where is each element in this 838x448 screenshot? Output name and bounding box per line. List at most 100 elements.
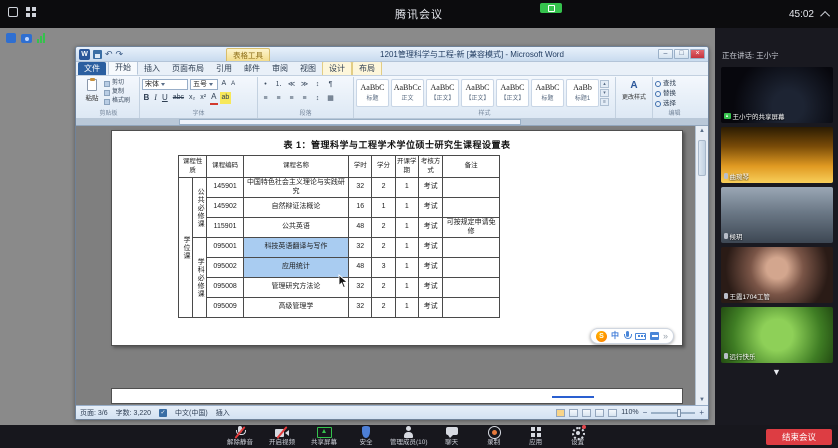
- course-credits-cell[interactable]: 2: [372, 278, 395, 298]
- clipboard-item-剪切[interactable]: 剪切: [104, 79, 130, 88]
- course-hours-cell[interactable]: 32: [349, 178, 372, 198]
- course-code-cell[interactable]: 095001: [207, 238, 243, 258]
- course-term-cell[interactable]: 1: [395, 258, 418, 278]
- status-page[interactable]: 页面: 3/6: [80, 408, 108, 418]
- save-icon[interactable]: [93, 50, 102, 59]
- paragraph-button[interactable]: ▦: [325, 93, 336, 104]
- view-fullscreen-button[interactable]: [569, 409, 578, 417]
- word-vertical-scrollbar[interactable]: ▲ ▼: [695, 126, 708, 405]
- participant-tile[interactable]: 王霞1704工管: [721, 247, 833, 303]
- tab-页面布局[interactable]: 页面布局: [166, 62, 210, 75]
- editing-item-查找[interactable]: 查找: [655, 79, 694, 89]
- status-insert-mode[interactable]: 插入: [216, 408, 230, 418]
- control-button-聊天[interactable]: 聊天: [434, 426, 470, 447]
- scroll-more-arrow[interactable]: ▼: [715, 367, 838, 377]
- paragraph-button[interactable]: ⒈: [273, 79, 284, 90]
- zoom-slider-thumb[interactable]: [677, 409, 681, 417]
- control-button-共享屏幕[interactable]: 共享屏幕: [306, 426, 342, 447]
- maximize-button[interactable]: □: [674, 49, 689, 59]
- participant-tile[interactable]: 远行快乐: [721, 307, 833, 363]
- status-language[interactable]: 中文(中国): [175, 408, 208, 418]
- zoom-level[interactable]: 110%: [621, 409, 638, 416]
- italic-button[interactable]: I: [153, 92, 159, 104]
- voice-input-icon[interactable]: [623, 331, 631, 342]
- view-outline-button[interactable]: [595, 409, 604, 417]
- toolbox-icon[interactable]: [650, 332, 659, 340]
- paste-button[interactable]: 粘贴: [80, 77, 104, 102]
- course-hours-cell[interactable]: 32: [349, 298, 372, 318]
- course-credits-cell[interactable]: 2: [372, 238, 395, 258]
- course-note-cell[interactable]: [443, 278, 500, 298]
- control-button-应用[interactable]: 应用: [518, 426, 554, 447]
- camera-icon[interactable]: [21, 34, 32, 43]
- sogou-logo-icon[interactable]: S: [596, 331, 607, 342]
- course-term-cell[interactable]: 1: [395, 278, 418, 298]
- undo-icon[interactable]: ↶: [105, 50, 113, 59]
- course-code-cell[interactable]: 145902: [207, 198, 243, 218]
- horizontal-ruler[interactable]: [76, 118, 708, 126]
- scrollbar-thumb[interactable]: [698, 140, 706, 176]
- superscript-button[interactable]: x²: [199, 92, 208, 104]
- course-table[interactable]: 课程性质课程编码课程名称学时学分开课学期考核方式备注学位课公共必修课145901…: [178, 155, 500, 318]
- course-note-cell[interactable]: [443, 258, 500, 278]
- tab-设计[interactable]: 设计: [322, 61, 352, 75]
- change-styles-button[interactable]: A 更改样式: [618, 77, 650, 101]
- tab-邮件[interactable]: 邮件: [238, 62, 266, 75]
- course-note-cell[interactable]: [443, 198, 500, 218]
- control-button-开启视频[interactable]: 开启视频: [264, 426, 300, 447]
- course-name-cell[interactable]: 中国特色社会主义理论与实践研究: [243, 178, 348, 198]
- course-credits-cell[interactable]: 1: [372, 198, 395, 218]
- tab-审阅[interactable]: 审阅: [266, 62, 294, 75]
- font-size-select[interactable]: 五号: [190, 79, 218, 90]
- style-chip-1[interactable]: AaBbCc正文: [391, 79, 424, 107]
- course-credits-cell[interactable]: 2: [372, 178, 395, 198]
- paragraph-button[interactable]: ≪: [286, 79, 297, 90]
- course-code-cell[interactable]: 095009: [207, 298, 243, 318]
- course-credits-cell[interactable]: 3: [372, 258, 395, 278]
- editing-item-替换[interactable]: 替换: [655, 89, 694, 99]
- course-term-cell[interactable]: 1: [395, 198, 418, 218]
- tab-插入[interactable]: 插入: [138, 62, 166, 75]
- course-term-cell[interactable]: 1: [395, 178, 418, 198]
- control-button-录制[interactable]: 录制: [476, 426, 512, 447]
- paragraph-button[interactable]: ≫: [299, 79, 310, 90]
- participant-tile[interactable]: 候玥: [721, 187, 833, 243]
- word-logo-icon[interactable]: W: [79, 49, 90, 60]
- view-web-button[interactable]: [582, 409, 591, 417]
- control-button-管理成员(10)[interactable]: 管理成员(10): [390, 426, 428, 447]
- chevron-up-icon[interactable]: [820, 10, 830, 20]
- shrink-font-button[interactable]: A: [230, 78, 237, 90]
- course-code-cell[interactable]: 145901: [207, 178, 243, 198]
- style-gallery-scroll[interactable]: ▴▾≡: [599, 77, 609, 110]
- zoom-slider[interactable]: [651, 412, 695, 414]
- paragraph-button[interactable]: ↕: [312, 93, 323, 104]
- course-name-cell[interactable]: 高级管理学: [243, 298, 348, 318]
- tab-视图[interactable]: 视图: [294, 62, 322, 75]
- course-credits-cell[interactable]: 2: [372, 298, 395, 318]
- highlight-button[interactable]: ab: [220, 92, 231, 104]
- editing-item-选择[interactable]: 选择: [655, 99, 694, 109]
- grow-font-button[interactable]: A: [220, 78, 228, 90]
- strikethrough-button[interactable]: abc: [171, 92, 185, 104]
- course-term-cell[interactable]: 1: [395, 298, 418, 318]
- style-chip-6[interactable]: AaBb标题1: [566, 79, 599, 107]
- course-term-cell[interactable]: 1: [395, 238, 418, 258]
- scroll-up-arrow[interactable]: ▲: [696, 126, 708, 136]
- scroll-down-arrow[interactable]: ▼: [696, 395, 708, 405]
- course-hours-cell[interactable]: 48: [349, 258, 372, 278]
- minimize-button[interactable]: ‒: [658, 49, 673, 59]
- expand-icon[interactable]: »: [663, 330, 668, 342]
- course-exam-cell[interactable]: 考试: [418, 238, 442, 258]
- course-name-cell[interactable]: 公共英语: [243, 218, 348, 238]
- subscript-button[interactable]: x₂: [188, 92, 197, 104]
- course-code-cell[interactable]: 095008: [207, 278, 243, 298]
- course-note-cell[interactable]: [443, 298, 500, 318]
- style-chip-2[interactable]: AaBbC【正文】: [426, 79, 459, 107]
- tab-开始[interactable]: 开始: [108, 60, 138, 75]
- style-chip-5[interactable]: AaBbC标题: [531, 79, 564, 107]
- bold-button[interactable]: B: [142, 92, 151, 104]
- tab-引用[interactable]: 引用: [210, 62, 238, 75]
- clipboard-item-格式刷[interactable]: 格式刷: [104, 97, 130, 106]
- course-name-cell[interactable]: 科技英语翻译与写作: [243, 238, 348, 258]
- course-note-cell[interactable]: 可按规定申请免修: [443, 218, 500, 238]
